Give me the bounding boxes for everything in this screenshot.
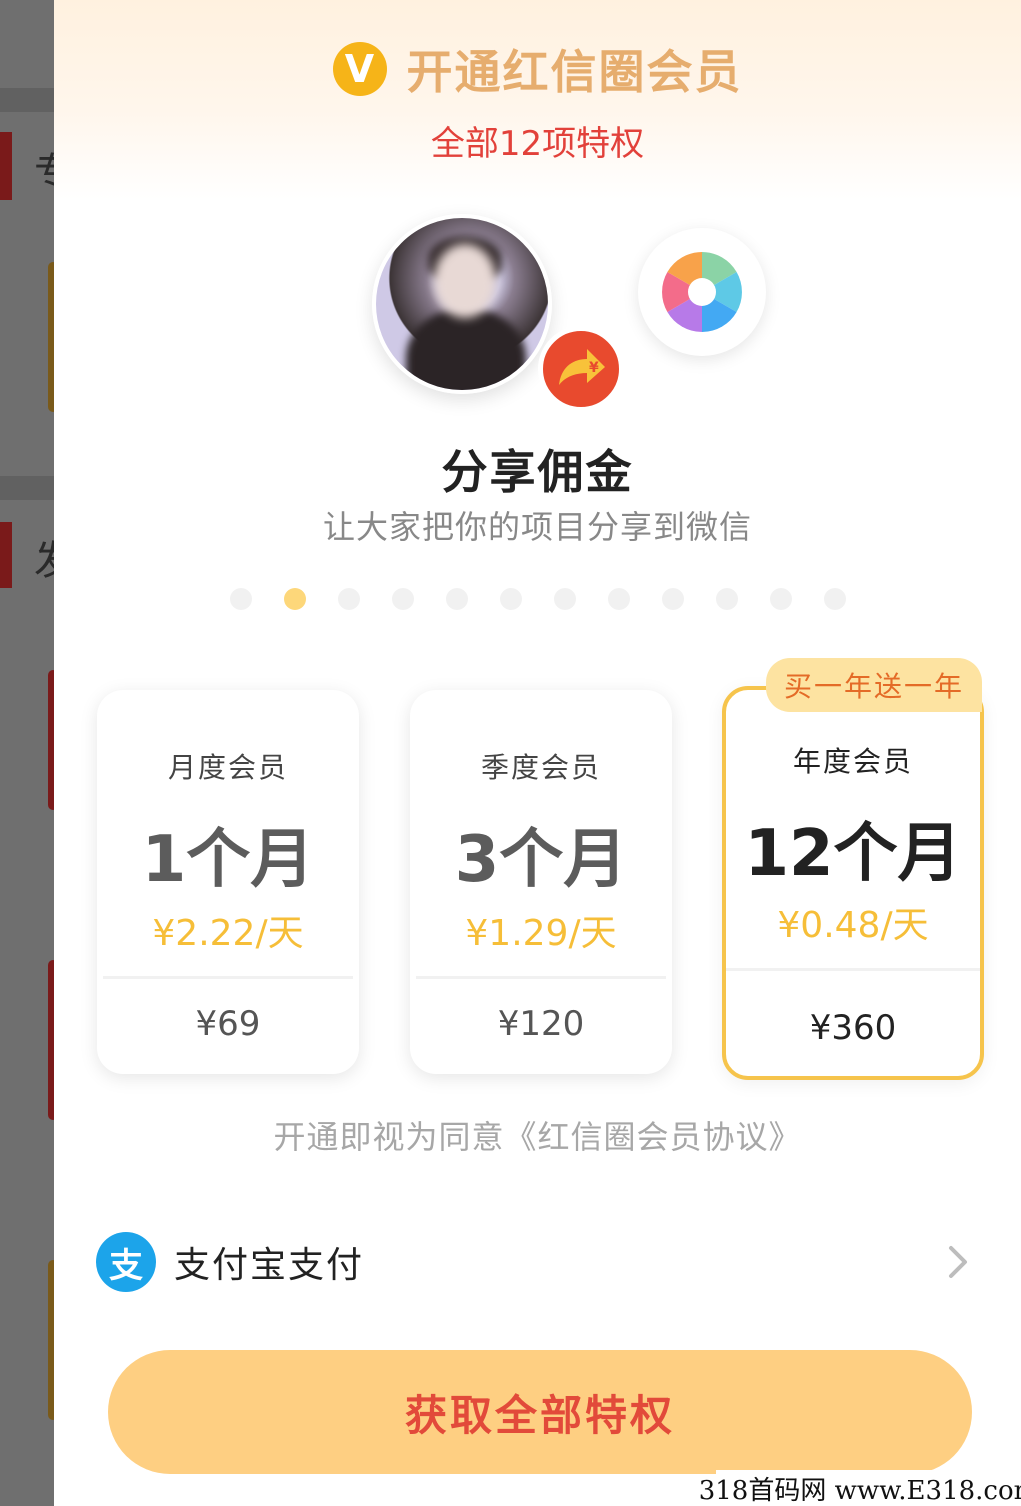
svg-text:¥: ¥ — [589, 360, 599, 376]
vip-icon: V — [332, 42, 387, 96]
page-title: 开通红信圈会员 — [406, 45, 743, 99]
plan-divider — [103, 976, 353, 979]
feature-title: 分享佣金 — [441, 445, 634, 499]
carousel-dot[interactable] — [823, 588, 846, 610]
plan-price-per-day: ¥1.29/天 — [465, 913, 617, 954]
plan-card-yearly[interactable]: 年度会员 12个月 ¥0.48/天 ¥360 — [722, 686, 984, 1080]
carousel-dot[interactable] — [499, 588, 522, 610]
plan-price-per-day: ¥2.22/天 — [152, 913, 304, 954]
plan-price: ¥360 — [809, 1008, 897, 1048]
plan-name: 月度会员 — [167, 751, 288, 784]
carousel-dot[interactable] — [229, 588, 252, 610]
plan-price-per-day: ¥0.48/天 — [777, 905, 929, 946]
carousel-dot[interactable] — [607, 588, 630, 610]
membership-sheet: V 开通红信圈会员 全部12项特权 ¥ 分享佣金 让大家把你的项目分享到微信 月… — [54, 0, 1021, 1506]
plan-name: 季度会员 — [480, 751, 601, 784]
background-section-marker — [0, 132, 12, 200]
camera-aperture-icon — [638, 228, 766, 356]
carousel-dot[interactable] — [661, 588, 684, 610]
carousel-pagination[interactable] — [54, 588, 1021, 610]
carousel-dot[interactable] — [337, 588, 360, 610]
get-all-privileges-button[interactable]: 获取全部特权 — [108, 1350, 972, 1474]
payment-method-label: 支付宝支付 — [174, 1245, 365, 1286]
plan-duration: 1个月 — [141, 823, 315, 897]
background-band — [0, 476, 54, 500]
chevron-right-icon — [940, 1244, 976, 1280]
watermark: 318首码网 www.E318.com — [699, 1470, 1021, 1506]
carousel-dot-active[interactable] — [283, 588, 306, 610]
carousel-dot[interactable] — [445, 588, 468, 610]
plan-duration: 3个月 — [454, 823, 628, 897]
background-page: 专 发 — [0, 0, 74, 1506]
alipay-icon: 支 — [96, 1232, 156, 1292]
carousel-dot[interactable] — [715, 588, 738, 610]
background-band — [0, 88, 54, 112]
plan-card-monthly[interactable]: 月度会员 1个月 ¥2.22/天 ¥69 — [97, 690, 359, 1074]
plan-card-quarterly[interactable]: 季度会员 3个月 ¥1.29/天 ¥120 — [410, 690, 672, 1074]
membership-agreement-link[interactable]: 开通即视为同意《红信圈会员协议》 — [54, 1112, 1021, 1158]
plan-divider — [726, 968, 980, 971]
promo-tag: 买一年送一年 — [766, 658, 982, 712]
share-money-icon: ¥ — [538, 326, 624, 412]
privileges-subtitle: 全部12项特权 — [430, 124, 645, 164]
background-section-marker — [0, 522, 12, 588]
plan-price: ¥120 — [497, 1004, 585, 1044]
plan-divider — [416, 976, 666, 979]
plan-name: 年度会员 — [792, 745, 913, 778]
payment-method-row[interactable]: 支 支付宝支付 — [96, 1230, 976, 1294]
sheet-header: V 开通红信圈会员 — [54, 36, 1021, 102]
plan-duration: 12个月 — [744, 817, 962, 891]
carousel-dot[interactable] — [553, 588, 576, 610]
carousel-dot[interactable] — [769, 588, 792, 610]
avatar — [372, 214, 552, 394]
plan-price: ¥69 — [195, 1004, 261, 1044]
feature-description: 让大家把你的项目分享到微信 — [322, 508, 752, 546]
carousel-dot[interactable] — [391, 588, 414, 610]
